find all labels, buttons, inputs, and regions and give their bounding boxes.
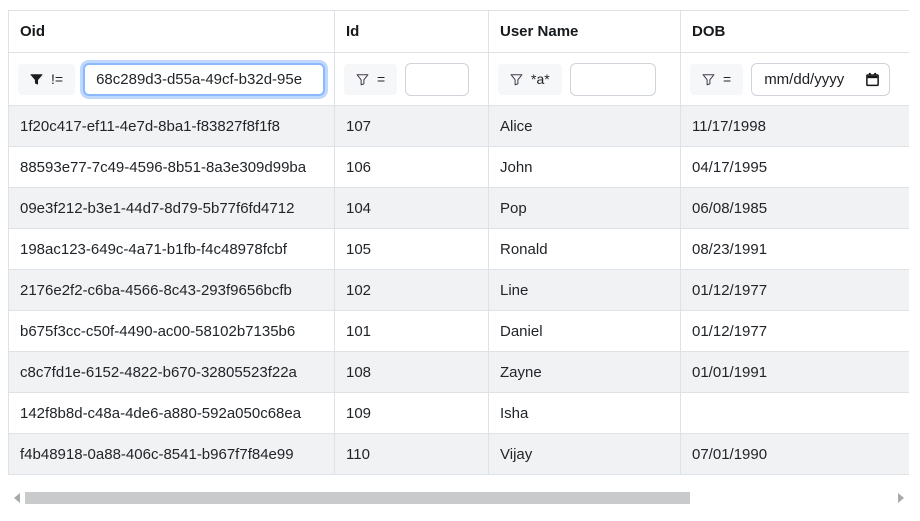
cell-oid: 198ac123-649c-4a71-b1fb-f4c48978fcbf [8, 228, 335, 270]
cell-dob: 08/23/1991 [680, 228, 909, 270]
cell-oid: 1f20c417-ef11-4e7d-8ba1-f83827f8f1f8 [8, 105, 335, 147]
cell-dob: 11/17/1998 [680, 105, 909, 147]
cell-oid: 09e3f212-b3e1-44d7-8d79-5b77f6fd4712 [8, 187, 335, 229]
cell-id: 110 [334, 433, 489, 475]
cell-id: 105 [334, 228, 489, 270]
funnel-outline-icon [510, 73, 523, 86]
user-name-filter-input[interactable] [569, 62, 656, 96]
cell-oid: 142f8b8d-c48a-4de6-a880-592a050c68ea [8, 392, 335, 434]
cell-oid: 88593e77-7c49-4596-8b51-8a3e309d99ba [8, 146, 335, 188]
cell-dob [680, 392, 909, 434]
oid-filter-operator: != [51, 71, 64, 87]
grid-table: Oid Id User Name DOB != 68c289d3-d55a-49… [8, 10, 909, 475]
column-header-dob[interactable]: DOB [680, 10, 909, 53]
cell-id: 106 [334, 146, 489, 188]
table-row[interactable]: 198ac123-649c-4a71-b1fb-f4c48978fcbf 105… [8, 228, 909, 270]
cell-id: 107 [334, 105, 489, 147]
column-header-id[interactable]: Id [334, 10, 489, 53]
cell-dob: 01/01/1991 [680, 351, 909, 393]
dob-filter-operator: = [723, 71, 732, 87]
table-row[interactable]: 09e3f212-b3e1-44d7-8d79-5b77f6fd4712 104… [8, 187, 909, 229]
cell-oid: b675f3cc-c50f-4490-ac00-58102b7135b6 [8, 310, 335, 352]
funnel-filled-icon [30, 73, 43, 86]
data-grid: Oid Id User Name DOB != 68c289d3-d55a-49… [8, 10, 909, 477]
cell-user-name: Isha [488, 392, 681, 434]
cell-id: 101 [334, 310, 489, 352]
cell-dob: 04/17/1995 [680, 146, 909, 188]
cell-user-name: John [488, 146, 681, 188]
scroll-right-arrow-icon[interactable] [892, 489, 909, 507]
cell-user-name: Alice [488, 105, 681, 147]
cell-dob: 06/08/1985 [680, 187, 909, 229]
table-row[interactable]: b675f3cc-c50f-4490-ac00-58102b7135b6 101… [8, 310, 909, 352]
table-row[interactable]: 88593e77-7c49-4596-8b51-8a3e309d99ba 106… [8, 146, 909, 188]
user-name-filter-operator: *a* [531, 71, 550, 87]
id-filter-operator-button[interactable]: = [344, 63, 398, 95]
column-header-oid[interactable]: Oid [8, 10, 335, 53]
grid-filter-row: != = [8, 52, 909, 106]
funnel-outline-icon [702, 73, 715, 86]
cell-user-name: Zayne [488, 351, 681, 393]
id-filter-operator: = [377, 71, 386, 87]
scrollbar-track[interactable] [25, 489, 892, 507]
oid-filter-operator-button[interactable]: != [18, 63, 76, 95]
user-name-filter-operator-button[interactable]: *a* [498, 63, 562, 95]
cell-dob: 01/12/1977 [680, 269, 909, 311]
oid-filter-input[interactable] [83, 62, 325, 96]
table-row[interactable]: c8c7fd1e-6152-4822-b670-32805523f22a 108… [8, 351, 909, 393]
cell-oid: f4b48918-0a88-406c-8541-b967f7f84e99 [8, 433, 335, 475]
cell-oid: c8c7fd1e-6152-4822-b670-32805523f22a [8, 351, 335, 393]
funnel-outline-icon [356, 73, 369, 86]
dob-filter-date-input[interactable]: mm/dd/yyyy [751, 62, 891, 96]
calendar-icon[interactable] [865, 72, 880, 87]
table-row[interactable]: 142f8b8d-c48a-4de6-a880-592a050c68ea 109… [8, 392, 909, 434]
cell-user-name: Ronald [488, 228, 681, 270]
cell-user-name: Pop [488, 187, 681, 229]
cell-id: 109 [334, 392, 489, 434]
id-filter-input[interactable] [405, 62, 470, 96]
cell-id: 108 [334, 351, 489, 393]
date-placeholder: mm/dd/yyyy [764, 70, 845, 88]
dob-filter-operator-button[interactable]: = [690, 63, 744, 95]
cell-id: 104 [334, 187, 489, 229]
cell-user-name: Daniel [488, 310, 681, 352]
table-row[interactable]: 1f20c417-ef11-4e7d-8ba1-f83827f8f1f8 107… [8, 105, 909, 147]
cell-user-name: Line [488, 269, 681, 311]
column-header-user-name[interactable]: User Name [488, 10, 681, 53]
table-row[interactable]: f4b48918-0a88-406c-8541-b967f7f84e99 110… [8, 433, 909, 475]
cell-dob: 07/01/1990 [680, 433, 909, 475]
cell-dob: 01/12/1977 [680, 310, 909, 352]
cell-user-name: Vijay [488, 433, 681, 475]
horizontal-scrollbar[interactable] [8, 489, 909, 507]
grid-header-row: Oid Id User Name DOB [8, 10, 909, 53]
scroll-left-arrow-icon[interactable] [8, 489, 25, 507]
cell-oid: 2176e2f2-c6ba-4566-8c43-293f9656bcfb [8, 269, 335, 311]
cell-id: 102 [334, 269, 489, 311]
scrollbar-thumb[interactable] [25, 492, 690, 504]
table-row[interactable]: 2176e2f2-c6ba-4566-8c43-293f9656bcfb 102… [8, 269, 909, 311]
